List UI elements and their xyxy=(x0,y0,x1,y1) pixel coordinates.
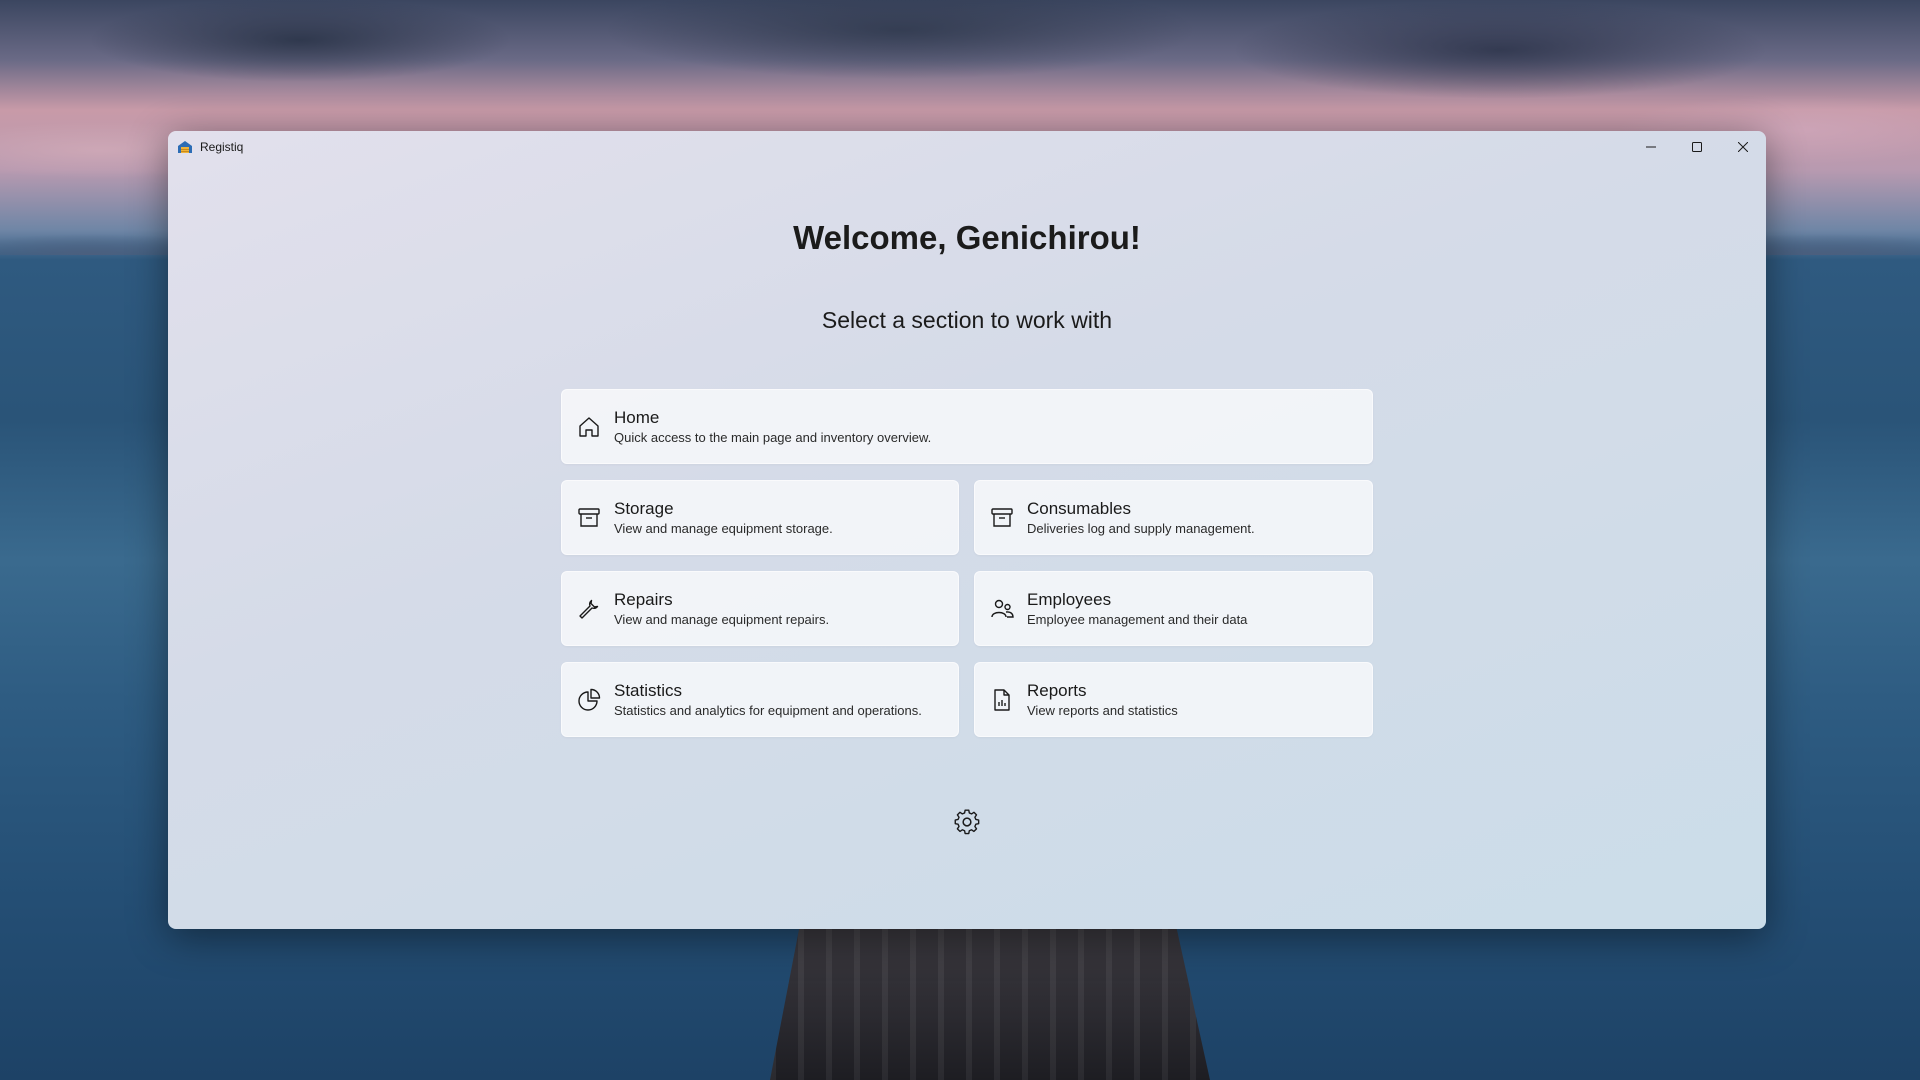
settings-button[interactable] xyxy=(952,807,982,837)
archive-box-icon xyxy=(989,505,1015,531)
section-title: Statistics xyxy=(614,680,683,700)
close-button[interactable] xyxy=(1720,131,1766,163)
maximize-button[interactable] xyxy=(1674,131,1720,163)
section-title: Reports xyxy=(1027,680,1087,700)
title-bar[interactable]: Registiq xyxy=(168,131,1766,163)
section-title: Consumables xyxy=(1027,498,1131,518)
section-description: Quick access to the main page and invent… xyxy=(614,429,932,445)
pie-chart-icon xyxy=(576,687,602,713)
home-icon xyxy=(576,414,602,440)
section-prompt: Select a section to work with xyxy=(821,307,1113,333)
maximize-icon xyxy=(1692,142,1702,152)
section-title: Employees xyxy=(1027,589,1112,609)
welcome-heading: Welcome, Genichirou! xyxy=(793,219,1141,256)
main-content: Welcome, Genichirou! Select a section to… xyxy=(168,163,1766,929)
section-description: View and manage equipment storage. xyxy=(614,520,833,536)
caption-buttons xyxy=(1628,131,1766,163)
minimize-button[interactable] xyxy=(1628,131,1674,163)
section-card-employees[interactable]: Employees Employee management and their … xyxy=(974,571,1373,646)
section-title: Repairs xyxy=(614,589,673,609)
desktop-pier xyxy=(770,920,1210,1080)
archive-box-icon xyxy=(576,505,602,531)
people-icon xyxy=(989,596,1015,622)
report-document-icon xyxy=(989,687,1015,713)
section-description: Statistics and analytics for equipment a… xyxy=(614,702,922,718)
section-card-storage[interactable]: Storage View and manage equipment storag… xyxy=(561,480,959,555)
gear-icon xyxy=(954,809,980,835)
section-card-repairs[interactable]: Repairs View and manage equipment repair… xyxy=(561,571,959,646)
section-description: Deliveries log and supply management. xyxy=(1027,520,1255,536)
section-card-reports[interactable]: Reports View reports and statistics xyxy=(974,662,1373,737)
section-card-consumables[interactable]: Consumables Deliveries log and supply ma… xyxy=(974,480,1373,555)
minimize-icon xyxy=(1646,146,1656,148)
section-description: Employee management and their data xyxy=(1027,611,1248,627)
section-title: Home xyxy=(614,407,660,427)
app-window: Registiq Welcome, Genichirou! Select a s… xyxy=(168,131,1766,929)
wrench-icon xyxy=(576,596,602,622)
close-icon xyxy=(1738,142,1748,152)
section-card-statistics[interactable]: Statistics Statistics and analytics for … xyxy=(561,662,959,737)
window-title: Registiq xyxy=(200,140,244,154)
section-description: View reports and statistics xyxy=(1027,702,1178,718)
section-description: View and manage equipment repairs. xyxy=(614,611,830,627)
section-card-home[interactable]: Home Quick access to the main page and i… xyxy=(561,389,1373,464)
section-title: Storage xyxy=(614,498,674,518)
app-logo-icon xyxy=(177,139,193,155)
